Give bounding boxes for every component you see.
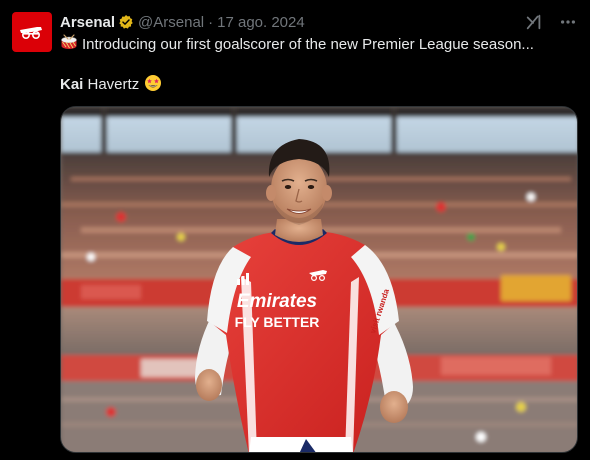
avatar[interactable] — [12, 12, 52, 52]
tweet-date[interactable]: 17 ago. 2024 — [217, 14, 305, 31]
tweet-actions-top — [524, 12, 578, 32]
more-icon[interactable] — [558, 12, 578, 32]
verified-badge-icon[interactable] — [118, 14, 134, 30]
player-photo: Emirates FLY BETTER visit rwanda — [61, 107, 577, 452]
account-handle[interactable]: @Arsenal — [138, 14, 204, 31]
tweet[interactable]: Arsenal @Arsenal · 17 ago. 2024 Introduc… — [0, 0, 590, 460]
tweet-text-1: Introducing our first goalscorer of the … — [82, 36, 534, 53]
tweet-media-photo[interactable]: Emirates FLY BETTER visit rwanda — [60, 106, 578, 453]
player-first-name: Kai — [60, 76, 84, 93]
shirt-sponsor-text: Emirates — [237, 291, 317, 312]
header-separator: · — [208, 13, 214, 31]
cannon-logo-icon — [20, 27, 42, 40]
account-name[interactable]: Arsenal — [60, 14, 115, 31]
grok-icon[interactable] — [524, 12, 544, 32]
tweet-header: Arsenal @Arsenal · 17 ago. 2024 — [60, 12, 305, 32]
drum-emoji-icon — [60, 34, 78, 52]
star-struck-emoji-icon — [144, 74, 162, 92]
shirt-slogan-text: FLY BETTER — [235, 314, 320, 330]
tweet-text-line-1: Introducing our first goalscorer of the … — [60, 34, 534, 55]
player-last-name: Havertz — [83, 76, 140, 93]
tweet-text-line-2: Kai Havertz — [60, 74, 162, 95]
